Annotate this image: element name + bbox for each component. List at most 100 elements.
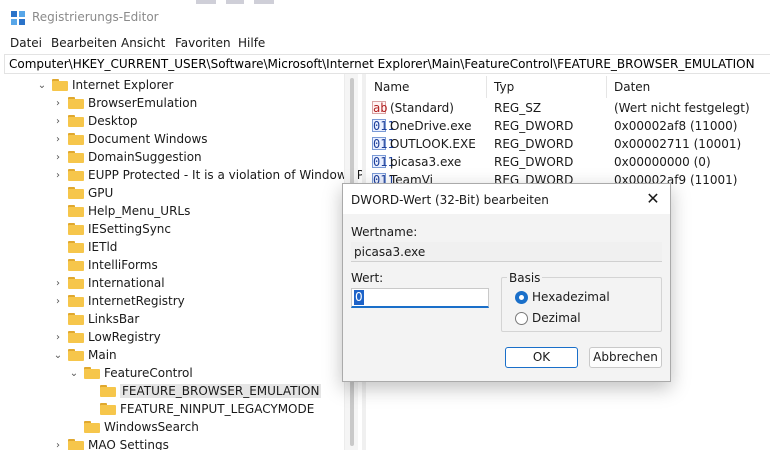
value-data-input[interactable]: 0	[351, 288, 489, 308]
chevron-right-icon[interactable]: ›	[52, 295, 64, 307]
radio-hexadecimal[interactable]	[515, 291, 528, 304]
tree-item-label: International	[88, 276, 165, 290]
chevron-right-icon[interactable]: ›	[52, 169, 64, 181]
tree-item[interactable]: IntelliForms	[52, 256, 158, 274]
address-bar[interactable]	[4, 54, 770, 74]
value-name-field: picasa3.exe	[351, 242, 662, 262]
folder-icon	[68, 97, 84, 109]
tree-item-label: FEATURE_BROWSER_EMULATION	[120, 384, 322, 398]
folder-icon	[68, 187, 84, 199]
radio-hexadecimal-label[interactable]: Hexadezimal	[532, 290, 610, 304]
tree-item-label: MAO Settings	[88, 438, 169, 450]
value-name: OUTLOOK.EXE	[390, 137, 476, 151]
tree-item-label: IntelliForms	[88, 258, 158, 272]
tree-item[interactable]: › LowRegistry	[52, 328, 161, 346]
tree-item[interactable]: › EUPP Protected - It is a violation of W…	[52, 166, 362, 184]
chevron-right-icon[interactable]: ›	[52, 133, 64, 145]
tree-item-internet-explorer[interactable]: ⌄ Internet Explorer	[36, 76, 174, 94]
close-icon[interactable]: ✕	[643, 189, 663, 209]
tree-item[interactable]: › MAO Settings	[52, 436, 169, 450]
chevron-down-icon[interactable]: ⌄	[52, 349, 64, 361]
tree-item[interactable]: IETld	[52, 238, 117, 256]
value-name: (Standard)	[390, 101, 454, 115]
key-tree-pane[interactable]: ⌄ Internet Explorer › BrowserEmulation › D…	[0, 74, 362, 450]
tree-item-main[interactable]: ⌄ Main	[52, 346, 117, 364]
dialog-title: DWORD-Wert (32-Bit) bearbeiten	[351, 193, 549, 207]
menu-ansicht[interactable]: Ansicht	[121, 36, 165, 50]
value-data-label: Wert:	[351, 271, 384, 285]
tree-item-label: EUPP Protected - It is a violation of Wi…	[88, 168, 362, 182]
title-tab-indicators	[196, 0, 276, 4]
folder-icon	[68, 439, 84, 450]
tree-item-label: Desktop	[88, 114, 138, 128]
tree-item[interactable]: GPU	[52, 184, 113, 202]
tree-item[interactable]: › Document Windows	[52, 130, 208, 148]
folder-icon	[68, 223, 84, 235]
tree-item[interactable]: LinksBar	[52, 310, 139, 328]
menu-hilfe[interactable]: Hilfe	[238, 36, 265, 50]
value-name-label: Wertname:	[351, 225, 418, 239]
folder-icon	[100, 385, 116, 397]
chevron-right-icon[interactable]: ›	[52, 115, 64, 127]
tree-item[interactable]: › Desktop	[52, 112, 138, 130]
chevron-right-icon[interactable]: ›	[52, 331, 64, 343]
folder-icon	[68, 313, 84, 325]
chevron-down-icon[interactable]: ⌄	[68, 367, 80, 379]
table-row[interactable]: 011 OneDrive.exe REG_DWORD 0x00002af8 (1…	[366, 118, 770, 136]
chevron-right-icon[interactable]: ›	[52, 277, 64, 289]
tree-item[interactable]: › InternetRegistry	[52, 292, 185, 310]
value-type: REG_SZ	[494, 101, 542, 115]
menu-favoriten[interactable]: Favoriten	[175, 36, 231, 50]
menu-datei[interactable]: Datei	[10, 36, 42, 50]
folder-icon	[68, 205, 84, 217]
radio-decimal[interactable]	[515, 312, 528, 325]
folder-icon	[100, 403, 116, 415]
chevron-right-icon[interactable]: ›	[52, 151, 64, 163]
tree-item-label: LinksBar	[88, 312, 140, 326]
tree-item-featurecontrol[interactable]: ⌄ FeatureControl	[68, 364, 193, 382]
folder-icon	[68, 241, 84, 253]
folder-icon	[68, 151, 84, 163]
table-row[interactable]: ab (Standard) REG_SZ (Wert nicht festgel…	[366, 100, 770, 118]
tree-item[interactable]: WindowsSearch	[68, 418, 199, 436]
tree-item[interactable]: FEATURE_NINPUT_LEGACYMODE	[84, 400, 314, 418]
base-group-title: Basis	[507, 271, 543, 285]
value-data: (Wert nicht festgelegt)	[614, 101, 750, 115]
dialog-title-bar[interactable]: DWORD-Wert (32-Bit) bearbeiten ✕	[343, 184, 670, 214]
tree-item[interactable]: IESettingSync	[52, 220, 171, 238]
column-header-name[interactable]: Name	[374, 80, 409, 94]
tree-item-selected[interactable]: FEATURE_BROWSER_EMULATION	[84, 382, 322, 400]
tree-item-label: DomainSuggestion	[88, 150, 202, 164]
cancel-button[interactable]: Abbrechen	[589, 347, 662, 368]
edit-dword-dialog: DWORD-Wert (32-Bit) bearbeiten ✕ Wertnam…	[342, 183, 671, 382]
tree-item-label: BrowserEmulation	[88, 96, 198, 110]
folder-icon	[68, 277, 84, 289]
tree-item-label: LowRegistry	[88, 330, 161, 344]
folder-icon	[68, 115, 84, 127]
folder-icon	[84, 367, 100, 379]
window-title: Registrierungs-Editor	[32, 10, 159, 24]
folder-icon	[68, 349, 84, 361]
column-header-data[interactable]: Daten	[614, 80, 650, 94]
menu-bar: Datei Bearbeiten Ansicht Favoriten Hilfe	[0, 34, 770, 54]
table-row[interactable]: 011 OUTLOOK.EXE REG_DWORD 0x00002711 (10…	[366, 136, 770, 154]
value-data-text[interactable]: 0	[354, 290, 364, 305]
folder-icon	[68, 169, 84, 181]
value-type: REG_DWORD	[494, 155, 574, 169]
radio-decimal-label[interactable]: Dezimal	[532, 311, 581, 325]
column-header-type[interactable]: Typ	[494, 80, 514, 94]
chevron-right-icon[interactable]: ›	[52, 439, 64, 450]
value-type: REG_DWORD	[494, 137, 574, 151]
chevron-right-icon[interactable]: ›	[52, 97, 64, 109]
tree-item[interactable]: Help_Menu_URLs	[52, 202, 190, 220]
folder-icon	[52, 79, 68, 91]
table-row-selected[interactable]: 011 picasa3.exe REG_DWORD 0x00000000 (0)	[366, 154, 770, 172]
tree-item[interactable]: › BrowserEmulation	[52, 94, 197, 112]
tree-item[interactable]: › International	[52, 274, 165, 292]
chevron-down-icon[interactable]: ⌄	[36, 79, 48, 91]
address-input[interactable]	[9, 57, 765, 71]
tree-item-label: FEATURE_NINPUT_LEGACYMODE	[120, 402, 315, 416]
menu-bearbeiten[interactable]: Bearbeiten	[51, 36, 117, 50]
ok-button[interactable]: OK	[505, 347, 578, 368]
tree-item[interactable]: › DomainSuggestion	[52, 148, 202, 166]
